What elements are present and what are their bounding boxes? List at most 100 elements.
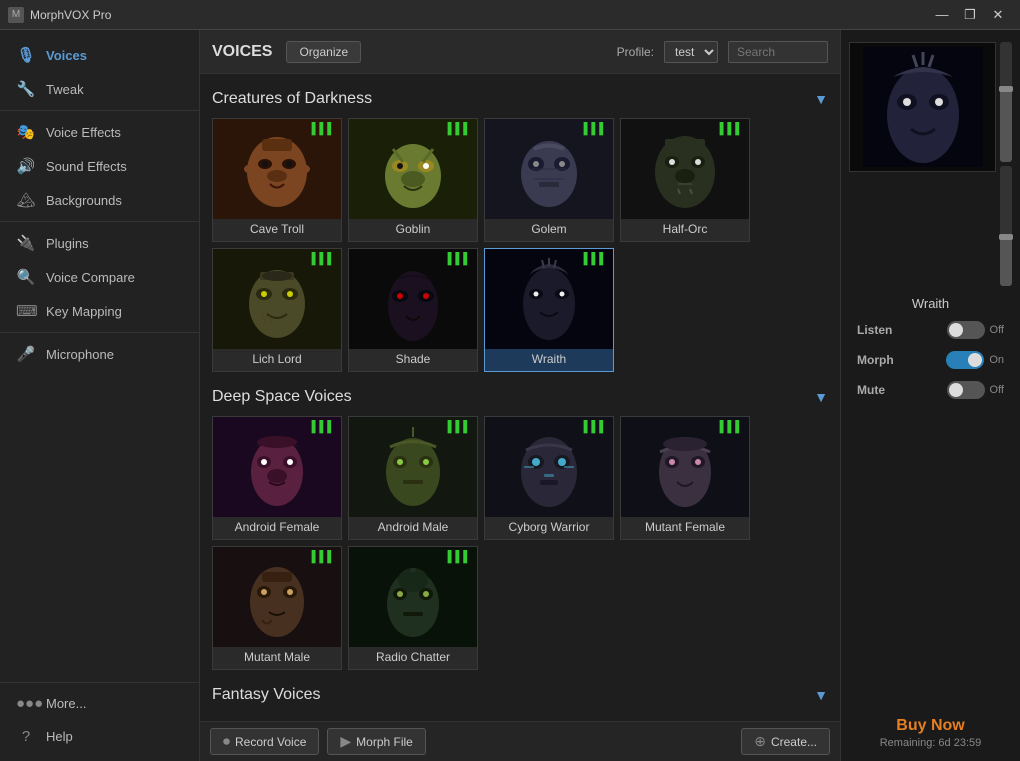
cyborg-warrior-face — [504, 422, 594, 512]
voice-card-mutant-male[interactable]: ▌▌▌ Mutant Male — [212, 546, 342, 670]
category-deepspace[interactable]: Deep Space Voices ▼ — [212, 380, 828, 416]
android-male-face — [368, 422, 458, 512]
minimize-button[interactable]: — — [928, 1, 956, 29]
voices-list[interactable]: Creatures of Darkness ▼ — [200, 74, 840, 721]
sidebar-item-voice-effects[interactable]: 🎭 Voice Effects — [0, 115, 199, 149]
category-title-fantasy: Fantasy Voices — [212, 686, 321, 704]
category-fantasy[interactable]: Fantasy Voices ▼ — [212, 678, 828, 714]
radio-chatter-signal: ▌▌▌ — [448, 551, 471, 563]
sidebar-item-plugins[interactable]: 🔌 Plugins — [0, 226, 199, 260]
sidebar-item-backgrounds[interactable]: 🏔 Backgrounds — [0, 183, 199, 217]
android-female-face — [232, 422, 322, 512]
shade-image: ▌▌▌ — [349, 249, 477, 349]
category-arrow-creatures: ▼ — [814, 91, 828, 107]
shade-name: Shade — [349, 349, 477, 367]
voice-card-android-female[interactable]: ▌▌▌ Android Female — [212, 416, 342, 540]
sidebar-item-sound-effects[interactable]: 🔊 Sound Effects — [0, 149, 199, 183]
close-button[interactable]: ✕ — [984, 1, 1012, 29]
buy-now-button[interactable]: Buy Now — [880, 717, 982, 735]
app-icon: M — [8, 7, 24, 23]
wraith-image: ▌▌▌ — [485, 249, 613, 349]
sidebar-item-key-mapping[interactable]: ⌨ Key Mapping — [0, 294, 199, 328]
sidebar: 🎙 Voices 🔧 Tweak 🎭 Voice Effects 🔊 Sound… — [0, 30, 200, 761]
voice-card-android-male[interactable]: ▌▌▌ Android Male — [348, 416, 478, 540]
sidebar-label-backgrounds: Backgrounds — [46, 193, 122, 208]
mutant-female-signal: ▌▌▌ — [720, 421, 743, 433]
cave-troll-image: ▌▌▌ — [213, 119, 341, 219]
search-input[interactable] — [728, 41, 828, 63]
voice-card-wraith[interactable]: ▌▌▌ Wraith — [484, 248, 614, 372]
volume-slider-1[interactable] — [1000, 42, 1012, 162]
voice-card-shade[interactable]: ▌▌▌ Shade — [348, 248, 478, 372]
lich-lord-name: Lich Lord — [213, 349, 341, 367]
lich-lord-image: ▌▌▌ — [213, 249, 341, 349]
maximize-button[interactable]: ❐ — [956, 1, 984, 29]
listen-toggle-area: Off — [947, 321, 1004, 339]
voice-card-cave-troll[interactable]: ▌▌▌ Cave Troll — [212, 118, 342, 242]
category-arrow-deepspace: ▼ — [814, 389, 828, 405]
voice-card-radio-chatter[interactable]: ▌▌▌ Radio Chatter — [348, 546, 478, 670]
sound-effects-icon: 🔊 — [16, 157, 36, 175]
voice-card-goblin[interactable]: ▌▌▌ Goblin — [348, 118, 478, 242]
half-orc-face — [640, 124, 730, 214]
create-label: Create... — [771, 735, 817, 749]
volume-slider-2[interactable] — [1000, 166, 1012, 286]
morph-toggle-area: On — [946, 351, 1004, 369]
backgrounds-icon: 🏔 — [16, 191, 36, 209]
buy-now-section: Buy Now Remaining: 6d 23:59 — [880, 717, 982, 749]
cyborg-warrior-image: ▌▌▌ — [485, 417, 613, 517]
sidebar-divider-1 — [0, 110, 199, 111]
goblin-signal: ▌▌▌ — [448, 123, 471, 135]
voice-card-golem[interactable]: ▌▌▌ Golem — [484, 118, 614, 242]
voice-card-lich-lord[interactable]: ▌▌▌ Lich Lord — [212, 248, 342, 372]
listen-toggle[interactable] — [947, 321, 985, 339]
create-button[interactable]: ⊕ Create... — [741, 728, 830, 755]
sidebar-label-help: Help — [46, 729, 73, 744]
wraith-signal: ▌▌▌ — [584, 253, 607, 265]
sidebar-item-tweak[interactable]: 🔧 Tweak — [0, 72, 199, 106]
morph-control: Morph On — [857, 351, 1004, 369]
sidebar-item-voices[interactable]: 🎙 Voices — [0, 38, 199, 72]
morph-toggle[interactable] — [946, 351, 984, 369]
preview-face-svg — [863, 47, 983, 167]
listen-knob — [949, 323, 963, 337]
create-icon: ⊕ — [754, 733, 766, 750]
cave-troll-face — [232, 124, 322, 214]
sidebar-divider-2 — [0, 221, 199, 222]
mute-status: Off — [990, 384, 1004, 396]
organize-button[interactable]: Organize — [286, 41, 361, 63]
mutant-female-face — [640, 422, 730, 512]
mutant-female-name: Mutant Female — [621, 517, 749, 535]
half-orc-name: Half-Orc — [621, 219, 749, 237]
sidebar-item-voice-compare[interactable]: 🔍 Voice Compare — [0, 260, 199, 294]
profile-select[interactable]: test — [664, 41, 718, 63]
android-female-image: ▌▌▌ — [213, 417, 341, 517]
title-bar: M MorphVOX Pro — ❐ ✕ — [0, 0, 1020, 30]
morph-file-button[interactable]: ▶ Morph File — [327, 728, 425, 755]
sidebar-item-more[interactable]: ●●● More... — [0, 687, 199, 720]
mute-toggle[interactable] — [947, 381, 985, 399]
radio-chatter-face — [368, 552, 458, 642]
sidebar-divider-4 — [0, 682, 199, 683]
sidebar-label-sound-effects: Sound Effects — [46, 159, 127, 174]
more-icon: ●●● — [16, 695, 36, 712]
sidebar-label-microphone: Microphone — [46, 347, 114, 362]
voice-card-mutant-female[interactable]: ▌▌▌ Mutant Female — [620, 416, 750, 540]
shade-face — [368, 254, 458, 344]
voice-card-half-orc[interactable]: ▌▌▌ Half-Orc — [620, 118, 750, 242]
record-voice-button[interactable]: ⏺ Record Voice — [210, 728, 319, 755]
listen-label: Listen — [857, 323, 892, 337]
sidebar-item-microphone[interactable]: 🎤 Microphone — [0, 337, 199, 371]
content-area: VOICES Organize Profile: test Creatures … — [200, 30, 840, 761]
mutant-male-face — [232, 552, 322, 642]
shade-signal: ▌▌▌ — [448, 253, 471, 265]
cyborg-warrior-name: Cyborg Warrior — [485, 517, 613, 535]
microphone-icon: 🎤 — [16, 345, 36, 363]
preview-name: Wraith — [912, 296, 949, 311]
cave-troll-signal: ▌▌▌ — [312, 123, 335, 135]
creatures-voice-grid: ▌▌▌ Cave Troll — [212, 118, 828, 372]
sidebar-item-help[interactable]: ? Help — [0, 720, 199, 753]
android-male-name: Android Male — [349, 517, 477, 535]
category-creatures[interactable]: Creatures of Darkness ▼ — [212, 82, 828, 118]
voice-card-cyborg-warrior[interactable]: ▌▌▌ Cyborg Warrior — [484, 416, 614, 540]
